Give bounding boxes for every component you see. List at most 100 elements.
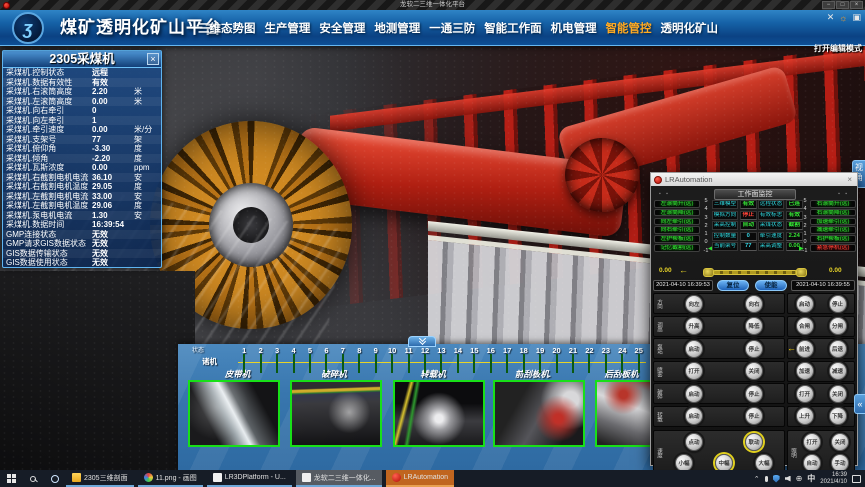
round-control-button[interactable]: 停止 <box>829 295 847 313</box>
defender-shield-icon[interactable] <box>773 475 780 483</box>
microphone-icon[interactable] <box>765 476 768 482</box>
lr-close-icon[interactable]: × <box>847 175 854 184</box>
minimize-button[interactable]: − <box>822 1 835 9</box>
round-control-button-selected[interactable]: 联动 <box>745 433 763 451</box>
support-cell[interactable]: 5 <box>302 346 318 373</box>
taskbar-item[interactable]: LRAutomation <box>386 470 454 487</box>
support-status-indicator[interactable] <box>243 354 245 373</box>
round-control-button[interactable]: 关闭 <box>829 385 847 403</box>
support-status-indicator[interactable] <box>424 354 426 373</box>
reset-pill-button[interactable]: 复位 <box>717 280 749 291</box>
remote-control-button[interactable]: 向右牵引(远) <box>654 226 700 234</box>
settings-gear-icon[interactable]: ☼ <box>839 13 847 23</box>
support-cell[interactable]: 6 <box>318 346 334 373</box>
round-control-button[interactable]: 打开 <box>796 385 814 403</box>
support-cell[interactable]: 24 <box>614 346 630 373</box>
round-control-button[interactable]: 小幅 <box>675 454 693 472</box>
support-cell[interactable]: 15 <box>466 346 482 373</box>
ime-indicator[interactable]: 中 <box>807 473 815 484</box>
support-status-indicator[interactable] <box>260 354 262 373</box>
support-cell[interactable]: 12 <box>417 346 433 373</box>
edit-mode-toggle[interactable]: 打开编辑模式 <box>814 43 862 54</box>
network-globe-icon[interactable]: ⊕ <box>796 475 803 483</box>
support-status-indicator[interactable] <box>473 354 475 373</box>
close-button[interactable]: × <box>850 1 863 9</box>
maximize-button[interactable]: □ <box>836 1 849 9</box>
round-control-button[interactable]: 分闸 <box>829 317 847 335</box>
round-control-button[interactable]: 升高 <box>685 317 703 335</box>
round-control-button[interactable]: 减速 <box>829 362 847 380</box>
round-control-button[interactable]: 自动 <box>803 454 821 472</box>
camera-thumbnail-crusher[interactable] <box>290 380 382 447</box>
round-control-button[interactable]: 后退 <box>829 340 847 358</box>
strip-chevron-button[interactable] <box>408 336 436 347</box>
support-status-indicator[interactable] <box>408 354 410 373</box>
support-cell[interactable]: 1 <box>236 346 252 373</box>
support-cell[interactable]: 21 <box>565 346 581 373</box>
support-status-indicator[interactable] <box>621 354 623 373</box>
support-status-indicator[interactable] <box>605 354 607 373</box>
support-status-indicator[interactable] <box>391 354 393 373</box>
support-cell[interactable]: 3 <box>269 346 285 373</box>
remote-control-button[interactable]: 右护帮板(远) <box>810 235 856 243</box>
nav-item[interactable]: 三维态势图 <box>198 20 256 36</box>
camera-thumbnail-transfer[interactable] <box>393 380 485 447</box>
support-status-indicator[interactable] <box>309 354 311 373</box>
round-control-button[interactable]: 合闸 <box>796 317 814 335</box>
round-control-button[interactable]: 上升 <box>796 407 814 425</box>
round-control-button[interactable]: 打开 <box>685 362 703 380</box>
support-status-indicator[interactable] <box>440 354 442 373</box>
tray-expand-icon[interactable]: ⌃ <box>754 475 760 483</box>
remote-control-button[interactable]: 右滚筒降(远) <box>810 209 856 217</box>
start-button[interactable] <box>0 470 22 487</box>
round-control-button[interactable]: 加速 <box>796 362 814 380</box>
round-control-button[interactable]: 大幅 <box>755 454 773 472</box>
round-control-button[interactable]: 手动 <box>831 454 849 472</box>
support-cell[interactable]: 14 <box>450 346 466 373</box>
nav-item[interactable]: 生产管理 <box>264 20 310 36</box>
support-status-indicator[interactable] <box>325 354 327 373</box>
nav-item[interactable]: 安全管理 <box>319 20 365 36</box>
support-cell[interactable]: 7 <box>335 346 351 373</box>
round-control-button[interactable]: 启动 <box>685 385 703 403</box>
round-control-button[interactable]: 向左 <box>685 295 703 313</box>
remote-control-button[interactable]: 左滚筒升(远) <box>654 200 700 208</box>
taskbar-search-button[interactable] <box>22 470 44 487</box>
support-status-indicator[interactable] <box>490 354 492 373</box>
support-cell[interactable]: 10 <box>384 346 400 373</box>
fullscreen-icon[interactable]: ▣ <box>852 12 861 23</box>
remote-control-button[interactable]: 左滚筒降(远) <box>654 209 700 217</box>
cortana-button[interactable] <box>44 470 66 487</box>
support-cell[interactable]: 20 <box>548 346 564 373</box>
action-center-icon[interactable] <box>852 475 861 483</box>
support-cell[interactable]: 18 <box>515 346 531 373</box>
round-control-button[interactable]: 点动 <box>685 433 703 451</box>
support-status-indicator[interactable] <box>572 354 574 373</box>
support-cell[interactable]: 8 <box>351 346 367 373</box>
support-status-indicator[interactable] <box>276 354 278 373</box>
support-status-indicator[interactable] <box>539 354 541 373</box>
remote-control-button[interactable]: 紧急停机(远) <box>810 244 856 252</box>
support-status-indicator[interactable] <box>293 354 295 373</box>
nav-item[interactable]: 智能管控 <box>606 20 652 36</box>
support-cell[interactable]: 11 <box>400 346 416 373</box>
support-status-indicator[interactable] <box>457 354 459 373</box>
nav-item[interactable]: 一通三防 <box>429 20 475 36</box>
support-cell[interactable]: 2 <box>252 346 268 373</box>
remote-control-button[interactable]: 加速牵引(远) <box>810 218 856 226</box>
round-control-button[interactable]: 下降 <box>829 407 847 425</box>
remote-control-button[interactable]: 右滚筒升(远) <box>810 200 856 208</box>
speaker-icon[interactable] <box>785 476 791 482</box>
taskbar-item[interactable]: LR3DPlatform - U... <box>207 470 292 487</box>
camera-thumbnail-front-scraper[interactable] <box>493 380 585 447</box>
round-control-button[interactable]: 降低 <box>745 317 763 335</box>
support-status-indicator[interactable] <box>358 354 360 373</box>
taskbar-item[interactable]: 2305三维剖面 <box>66 470 134 487</box>
round-control-button[interactable]: 关闭 <box>745 362 763 380</box>
support-status-indicator[interactable] <box>506 354 508 373</box>
taskbar-item[interactable]: 龙软二三维一体化... <box>296 470 382 487</box>
support-cell[interactable]: 22 <box>581 346 597 373</box>
round-control-button[interactable]: 启动 <box>685 407 703 425</box>
camera-thumbnail-belt[interactable] <box>188 380 280 447</box>
support-cell[interactable]: 19 <box>532 346 548 373</box>
